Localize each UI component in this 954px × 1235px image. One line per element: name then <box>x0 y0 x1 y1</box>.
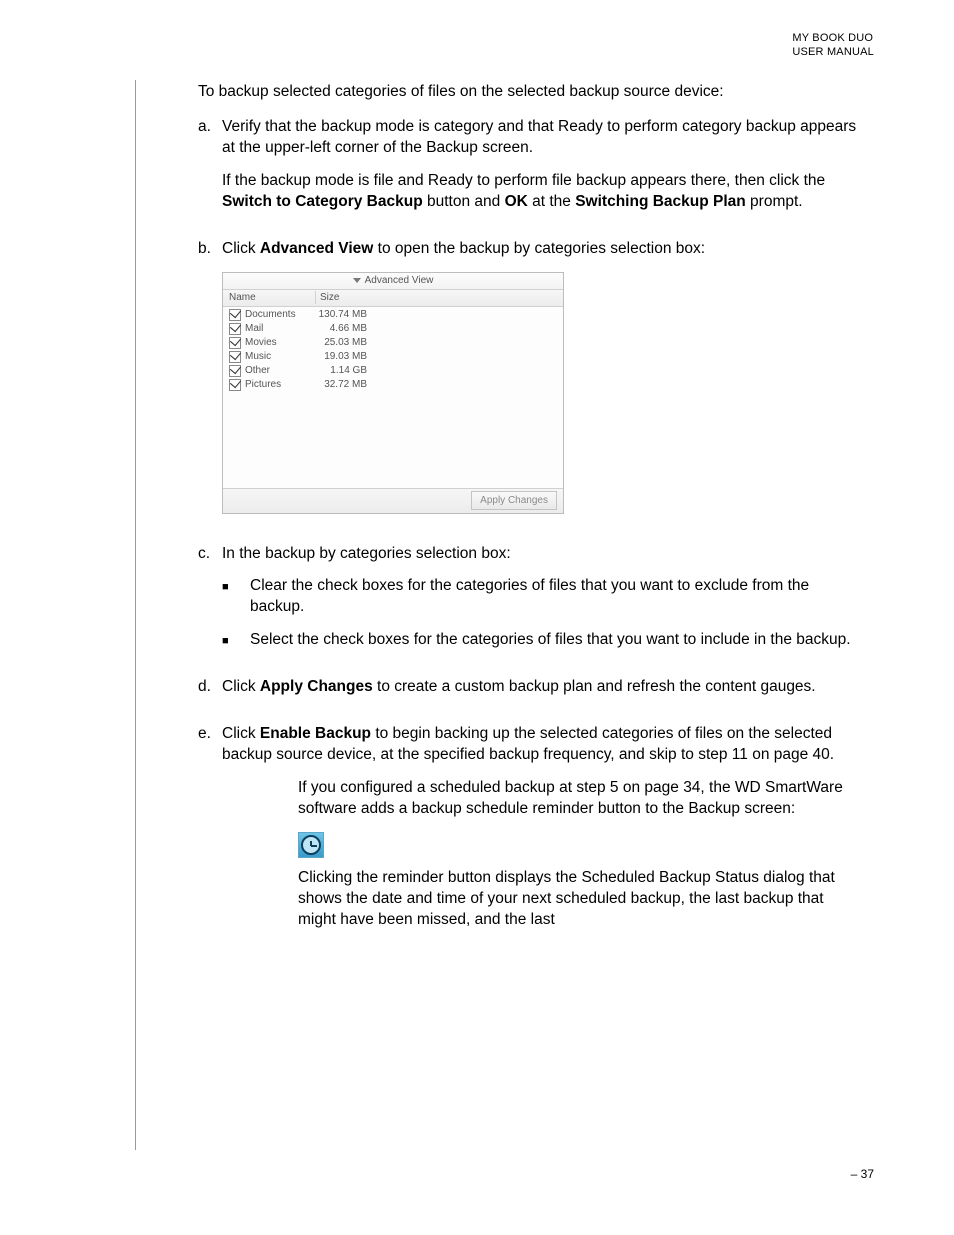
checkbox-icon[interactable] <box>229 337 241 349</box>
category-size: 25.03 MB <box>305 336 367 350</box>
category-row[interactable]: Other 1.14 GB <box>223 364 563 378</box>
panel-rows: Documents 130.74 MB Mail 4.66 MB Movies … <box>223 307 563 488</box>
step-a-p1: Verify that the backup mode is category … <box>222 117 858 159</box>
step-label: d. <box>198 677 222 710</box>
category-name: Pictures <box>245 378 305 392</box>
category-row[interactable]: Documents 130.74 MB <box>223 308 563 322</box>
category-name: Other <box>245 364 305 378</box>
category-size: 32.72 MB <box>305 378 367 392</box>
category-size: 130.74 MB <box>305 308 367 322</box>
note-p2: Clicking the reminder button displays th… <box>298 868 858 931</box>
category-name: Movies <box>245 336 305 350</box>
step-label: b. <box>198 239 222 530</box>
note-block: If you configured a scheduled backup at … <box>298 778 858 931</box>
step-e: e. Click Enable Backup to begin backing … <box>198 724 858 942</box>
square-bullet-icon: ■ <box>222 630 250 651</box>
step-c-lead: In the backup by categories selection bo… <box>222 544 858 565</box>
checkbox-icon[interactable] <box>229 351 241 363</box>
category-row[interactable]: Movies 25.03 MB <box>223 336 563 350</box>
step-c: c. In the backup by categories selection… <box>198 544 858 664</box>
step-b-text: Click Advanced View to open the backup b… <box>222 239 858 260</box>
bullet-text: Select the check boxes for the categorie… <box>250 630 858 651</box>
step-e-text: Click Enable Backup to begin backing up … <box>222 724 858 766</box>
checkbox-icon[interactable] <box>229 323 241 335</box>
step-b: b. Click Advanced View to open the backu… <box>198 239 858 530</box>
category-size: 19.03 MB <box>305 350 367 364</box>
clock-dial <box>301 835 321 855</box>
panel-title: Advanced View <box>365 274 434 288</box>
category-name: Documents <box>245 308 305 322</box>
note-p1: If you configured a scheduled backup at … <box>298 778 858 820</box>
step-label: a. <box>198 117 222 225</box>
step-d-text: Click Apply Changes to create a custom b… <box>222 677 858 698</box>
page-number: – 37 <box>851 1167 874 1181</box>
main-content: To backup selected categories of files o… <box>198 82 858 957</box>
checkbox-icon[interactable] <box>229 379 241 391</box>
step-list: a. Verify that the backup mode is catego… <box>198 117 858 943</box>
bullet-item: ■ Select the check boxes for the categor… <box>222 630 858 651</box>
step-label: c. <box>198 544 222 664</box>
header-title: MY BOOK DUO <box>792 32 874 46</box>
checkbox-icon[interactable] <box>229 309 241 321</box>
category-size: 1.14 GB <box>305 364 367 378</box>
step-a: a. Verify that the backup mode is catego… <box>198 117 858 225</box>
apply-changes-button[interactable]: Apply Changes <box>471 491 557 511</box>
square-bullet-icon: ■ <box>222 576 250 618</box>
category-row[interactable]: Music 19.03 MB <box>223 350 563 364</box>
advanced-view-panel: Advanced View Name Size Documents 130.74… <box>222 272 564 514</box>
category-row[interactable]: Pictures 32.72 MB <box>223 378 563 392</box>
panel-column-headers: Name Size <box>223 290 563 307</box>
category-name: Mail <box>245 322 305 336</box>
step-label: e. <box>198 724 222 942</box>
category-name: Music <box>245 350 305 364</box>
category-row[interactable]: Mail 4.66 MB <box>223 322 563 336</box>
header-subtitle: USER MANUAL <box>792 46 874 60</box>
page-header: MY BOOK DUO USER MANUAL <box>792 32 874 60</box>
bullet-text: Clear the check boxes for the categories… <box>250 576 858 618</box>
step-c-bullets: ■ Clear the check boxes for the categori… <box>222 576 858 651</box>
panel-footer: Apply Changes <box>223 488 563 513</box>
checkbox-icon[interactable] <box>229 365 241 377</box>
step-a-p2: If the backup mode is file and Ready to … <box>222 171 858 213</box>
step-d: d. Click Apply Changes to create a custo… <box>198 677 858 710</box>
intro-paragraph: To backup selected categories of files o… <box>198 82 858 103</box>
panel-title-bar[interactable]: Advanced View <box>223 273 563 290</box>
bullet-item: ■ Clear the check boxes for the categori… <box>222 576 858 618</box>
col-size: Size <box>315 291 380 305</box>
category-size: 4.66 MB <box>305 322 367 336</box>
vertical-rule <box>135 80 136 1150</box>
clock-icon <box>298 832 324 858</box>
col-name: Name <box>223 291 315 305</box>
collapse-icon <box>353 278 361 283</box>
